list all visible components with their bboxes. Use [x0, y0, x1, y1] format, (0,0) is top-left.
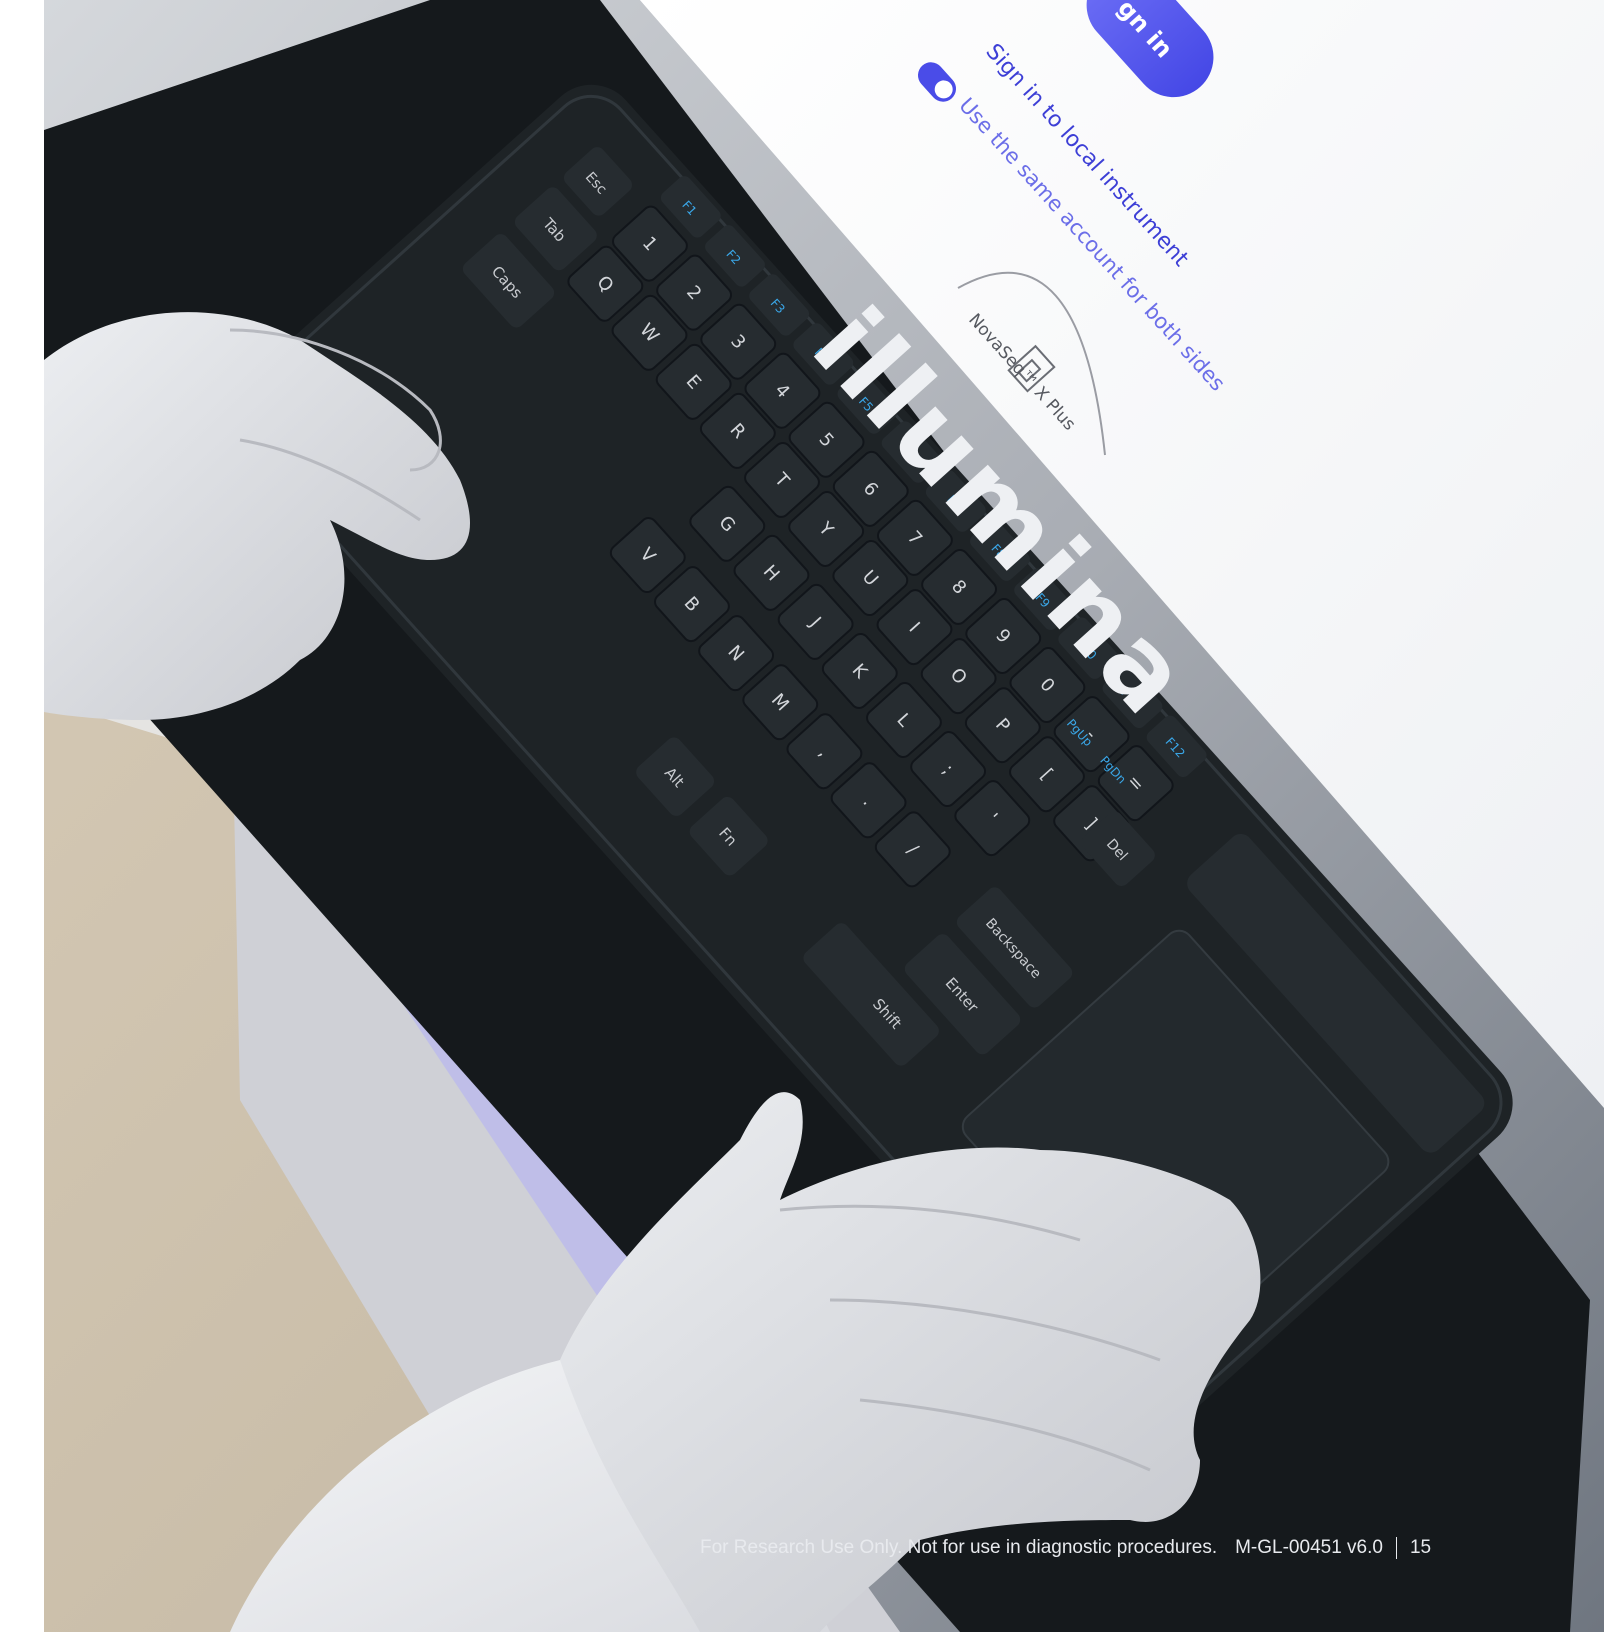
page-footer: For Research Use Only. Not for use in di…	[700, 1533, 1520, 1563]
footer-page-number: 15	[1409, 1537, 1432, 1558]
footer-disclaimer: For Research Use Only. Not for use in di…	[700, 1537, 1218, 1558]
scene-svg: 1234567890-=QWERTYUIOP[]GHJKL;'VBNM,./ F…	[0, 0, 1604, 1632]
photo-scene: 1 2 3 4 5 6 7 8 9 0- = Q W E R T Y U I O P[] G H J K L; ' V B N M,. / F…	[0, 0, 1604, 1632]
footer-doc-number: M-GL-00451 v6.0	[1235, 1537, 1383, 1558]
left-margin	[0, 0, 44, 1632]
footer-separator	[1395, 1537, 1397, 1559]
